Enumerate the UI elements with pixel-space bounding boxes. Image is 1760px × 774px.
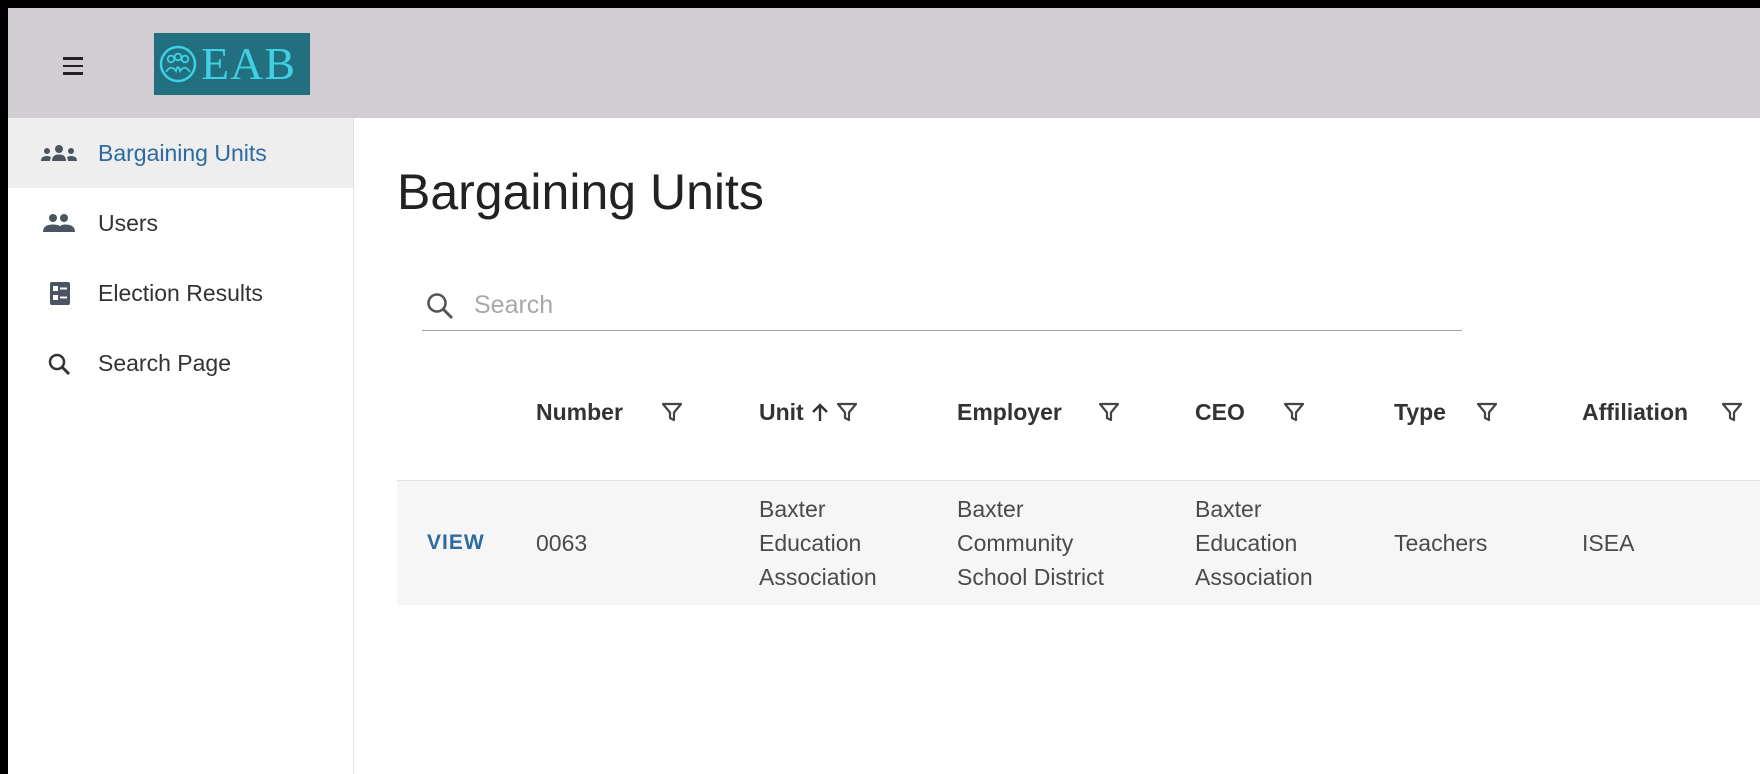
sidebar-item-bargaining-units[interactable]: Bargaining Units: [8, 118, 353, 188]
app-window: EAB Bargaining Units Users Election Resu…: [8, 8, 1760, 774]
column-label: CEO: [1195, 398, 1245, 425]
column-label: Type: [1394, 398, 1446, 425]
column-label: Unit: [759, 398, 804, 425]
people-icon: [38, 210, 80, 238]
logo-text: EAB: [201, 38, 296, 89]
cell-type: Teachers: [1394, 530, 1488, 556]
column-header-affiliation[interactable]: Affiliation: [1582, 392, 1743, 432]
page-title: Bargaining Units: [397, 164, 764, 220]
sidebar-item-users[interactable]: Users: [8, 188, 353, 258]
list-box-icon: [38, 280, 80, 308]
search-icon: [427, 293, 454, 320]
cell-ceo: Baxter Education Association: [1195, 496, 1313, 590]
arrow-up-icon: [810, 401, 830, 423]
table-row[interactable]: VIEW 0063 Baxter Education Association B…: [397, 480, 1760, 605]
sidebar-item-search-page[interactable]: Search Page: [8, 328, 353, 398]
search-icon: [38, 350, 80, 378]
filter-icon[interactable]: [1721, 401, 1743, 423]
app-logo[interactable]: EAB: [154, 33, 310, 95]
sidebar-item-label: Users: [98, 210, 159, 236]
column-label: Affiliation: [1582, 398, 1689, 425]
filter-icon[interactable]: [1283, 401, 1305, 423]
filter-icon[interactable]: [1476, 401, 1498, 423]
main-content: Bargaining Units Number Unit Employer: [354, 118, 1760, 774]
column-header-type[interactable]: Type: [1394, 392, 1498, 432]
sidebar-item-label: Bargaining Units: [98, 140, 267, 166]
top-app-bar: EAB: [8, 8, 1760, 118]
column-header-ceo[interactable]: CEO: [1195, 392, 1305, 432]
cell-unit: Baxter Education Association: [759, 496, 877, 590]
cell-affiliation: ISEA: [1582, 530, 1635, 556]
cell-number: 0063: [536, 530, 588, 556]
sidebar-item-election-results[interactable]: Election Results: [8, 258, 353, 328]
search-input[interactable]: [472, 286, 1456, 324]
column-header-number[interactable]: Number: [536, 392, 683, 432]
column-label: Employer: [957, 398, 1062, 425]
sidebar-item-label: Election Results: [98, 280, 263, 306]
column-label: Number: [536, 398, 623, 425]
filter-icon[interactable]: [1098, 401, 1120, 423]
view-link[interactable]: VIEW: [427, 481, 485, 605]
sidebar-item-label: Search Page: [98, 350, 231, 376]
logo-emblem-icon: [159, 45, 197, 83]
menu-icon[interactable]: [59, 55, 87, 77]
cell-employer: Baxter Community School District: [957, 496, 1104, 590]
groups-icon: [38, 140, 80, 168]
search-bar: [422, 278, 1462, 331]
sidebar-nav: Bargaining Units Users Election Results …: [8, 118, 354, 774]
column-header-unit[interactable]: Unit: [759, 392, 858, 432]
filter-icon[interactable]: [661, 401, 683, 423]
filter-icon[interactable]: [836, 401, 858, 423]
column-header-employer[interactable]: Employer: [957, 392, 1120, 432]
